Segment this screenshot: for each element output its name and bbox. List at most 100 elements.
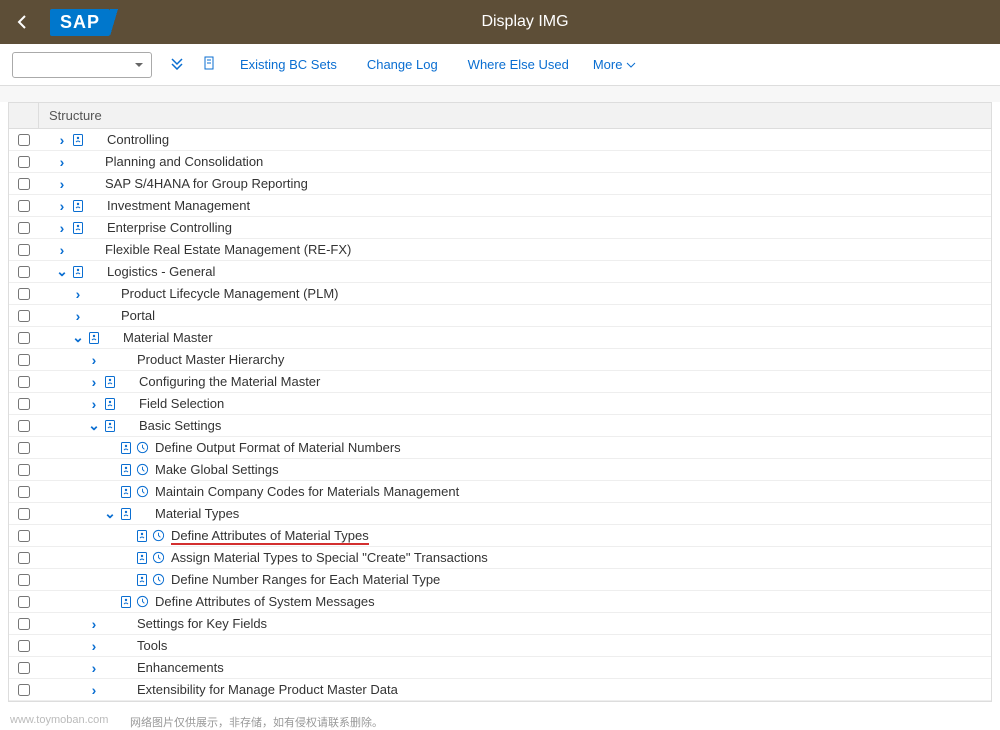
- row-checkbox[interactable]: [18, 156, 30, 168]
- back-button[interactable]: [0, 0, 44, 44]
- tree-row[interactable]: Extensibility for Manage Product Master …: [9, 679, 991, 701]
- row-checkbox[interactable]: [18, 684, 30, 696]
- tree-row[interactable]: Material Types: [9, 503, 991, 525]
- activity-doc-icon[interactable]: [87, 331, 101, 345]
- tree-row[interactable]: Make Global Settings: [9, 459, 991, 481]
- chevron-right-icon[interactable]: [55, 220, 69, 236]
- chevron-right-icon[interactable]: [87, 352, 101, 368]
- tree-row[interactable]: Define Number Ranges for Each Material T…: [9, 569, 991, 591]
- activity-doc-icon[interactable]: [103, 375, 117, 389]
- chevron-right-icon[interactable]: [87, 374, 101, 390]
- tree-row[interactable]: Flexible Real Estate Management (RE-FX): [9, 239, 991, 261]
- row-checkbox[interactable]: [18, 442, 30, 454]
- expand-all-icon[interactable]: [170, 56, 184, 73]
- row-checkbox[interactable]: [18, 310, 30, 322]
- tree-row[interactable]: Define Attributes of Material Types: [9, 525, 991, 547]
- activity-doc-icon[interactable]: [71, 133, 85, 147]
- tree-row[interactable]: Enhancements: [9, 657, 991, 679]
- row-checkbox[interactable]: [18, 552, 30, 564]
- chevron-right-icon[interactable]: [87, 616, 101, 632]
- chevron-right-icon[interactable]: [55, 198, 69, 214]
- tree-row[interactable]: Portal: [9, 305, 991, 327]
- row-checkbox[interactable]: [18, 662, 30, 674]
- execute-icon[interactable]: [135, 441, 149, 455]
- tree-row[interactable]: Controlling: [9, 129, 991, 151]
- row-checkbox[interactable]: [18, 332, 30, 344]
- chevron-down-icon[interactable]: [103, 505, 117, 522]
- row-checkbox[interactable]: [18, 244, 30, 256]
- activity-doc-icon[interactable]: [119, 595, 133, 609]
- row-checkbox[interactable]: [18, 376, 30, 388]
- tree-row[interactable]: Define Output Format of Material Numbers: [9, 437, 991, 459]
- where-else-used-link[interactable]: Where Else Used: [462, 53, 575, 76]
- tree-row[interactable]: Assign Material Types to Special "Create…: [9, 547, 991, 569]
- chevron-right-icon[interactable]: [87, 638, 101, 654]
- execute-icon[interactable]: [151, 573, 165, 587]
- row-checkbox[interactable]: [18, 508, 30, 520]
- chevron-down-icon[interactable]: [87, 417, 101, 434]
- activity-doc-icon[interactable]: [119, 485, 133, 499]
- tree-row[interactable]: SAP S/4HANA for Group Reporting: [9, 173, 991, 195]
- chevron-right-icon[interactable]: [87, 660, 101, 676]
- tree-row[interactable]: Tools: [9, 635, 991, 657]
- tree-row[interactable]: Product Master Hierarchy: [9, 349, 991, 371]
- tree-row[interactable]: Logistics - General: [9, 261, 991, 283]
- execute-icon[interactable]: [135, 595, 149, 609]
- execute-icon[interactable]: [151, 529, 165, 543]
- document-icon[interactable]: [202, 56, 216, 73]
- tree-row[interactable]: Product Lifecycle Management (PLM): [9, 283, 991, 305]
- chevron-down-icon[interactable]: [71, 329, 85, 346]
- row-checkbox[interactable]: [18, 530, 30, 542]
- row-checkbox[interactable]: [18, 596, 30, 608]
- activity-doc-icon[interactable]: [119, 463, 133, 477]
- chevron-right-icon[interactable]: [55, 176, 69, 192]
- activity-doc-icon[interactable]: [71, 199, 85, 213]
- execute-icon[interactable]: [135, 463, 149, 477]
- row-checkbox[interactable]: [18, 288, 30, 300]
- change-log-link[interactable]: Change Log: [361, 53, 444, 76]
- tree-row[interactable]: Field Selection: [9, 393, 991, 415]
- row-checkbox[interactable]: [18, 266, 30, 278]
- activity-doc-icon[interactable]: [119, 441, 133, 455]
- execute-icon[interactable]: [151, 551, 165, 565]
- more-menu[interactable]: More: [593, 57, 637, 72]
- chevron-right-icon[interactable]: [55, 242, 69, 258]
- row-checkbox[interactable]: [18, 574, 30, 586]
- activity-doc-icon[interactable]: [119, 507, 133, 521]
- chevron-down-icon[interactable]: [55, 263, 69, 280]
- row-checkbox[interactable]: [18, 464, 30, 476]
- row-checkbox[interactable]: [18, 420, 30, 432]
- tree-row[interactable]: Settings for Key Fields: [9, 613, 991, 635]
- activity-doc-icon[interactable]: [135, 573, 149, 587]
- tree-row[interactable]: Planning and Consolidation: [9, 151, 991, 173]
- tree-row[interactable]: Define Attributes of System Messages: [9, 591, 991, 613]
- activity-doc-icon[interactable]: [103, 397, 117, 411]
- chevron-right-icon[interactable]: [87, 682, 101, 698]
- execute-icon[interactable]: [135, 485, 149, 499]
- row-checkbox[interactable]: [18, 618, 30, 630]
- chevron-right-icon[interactable]: [71, 308, 85, 324]
- tree-row[interactable]: Material Master: [9, 327, 991, 349]
- tree-row[interactable]: Enterprise Controlling: [9, 217, 991, 239]
- tree-row[interactable]: Maintain Company Codes for Materials Man…: [9, 481, 991, 503]
- chevron-right-icon[interactable]: [71, 286, 85, 302]
- row-checkbox[interactable]: [18, 486, 30, 498]
- activity-doc-icon[interactable]: [71, 265, 85, 279]
- row-checkbox[interactable]: [18, 640, 30, 652]
- activity-doc-icon[interactable]: [71, 221, 85, 235]
- row-checkbox[interactable]: [18, 200, 30, 212]
- chevron-right-icon[interactable]: [55, 154, 69, 170]
- activity-doc-icon[interactable]: [103, 419, 117, 433]
- tree-row[interactable]: Investment Management: [9, 195, 991, 217]
- row-checkbox[interactable]: [18, 178, 30, 190]
- row-checkbox[interactable]: [18, 398, 30, 410]
- chevron-right-icon[interactable]: [87, 396, 101, 412]
- tree-row[interactable]: Configuring the Material Master: [9, 371, 991, 393]
- existing-bc-sets-link[interactable]: Existing BC Sets: [234, 53, 343, 76]
- command-field[interactable]: [12, 52, 152, 78]
- tree-row[interactable]: Basic Settings: [9, 415, 991, 437]
- row-checkbox[interactable]: [18, 222, 30, 234]
- row-checkbox[interactable]: [18, 134, 30, 146]
- chevron-right-icon[interactable]: [55, 132, 69, 148]
- row-checkbox[interactable]: [18, 354, 30, 366]
